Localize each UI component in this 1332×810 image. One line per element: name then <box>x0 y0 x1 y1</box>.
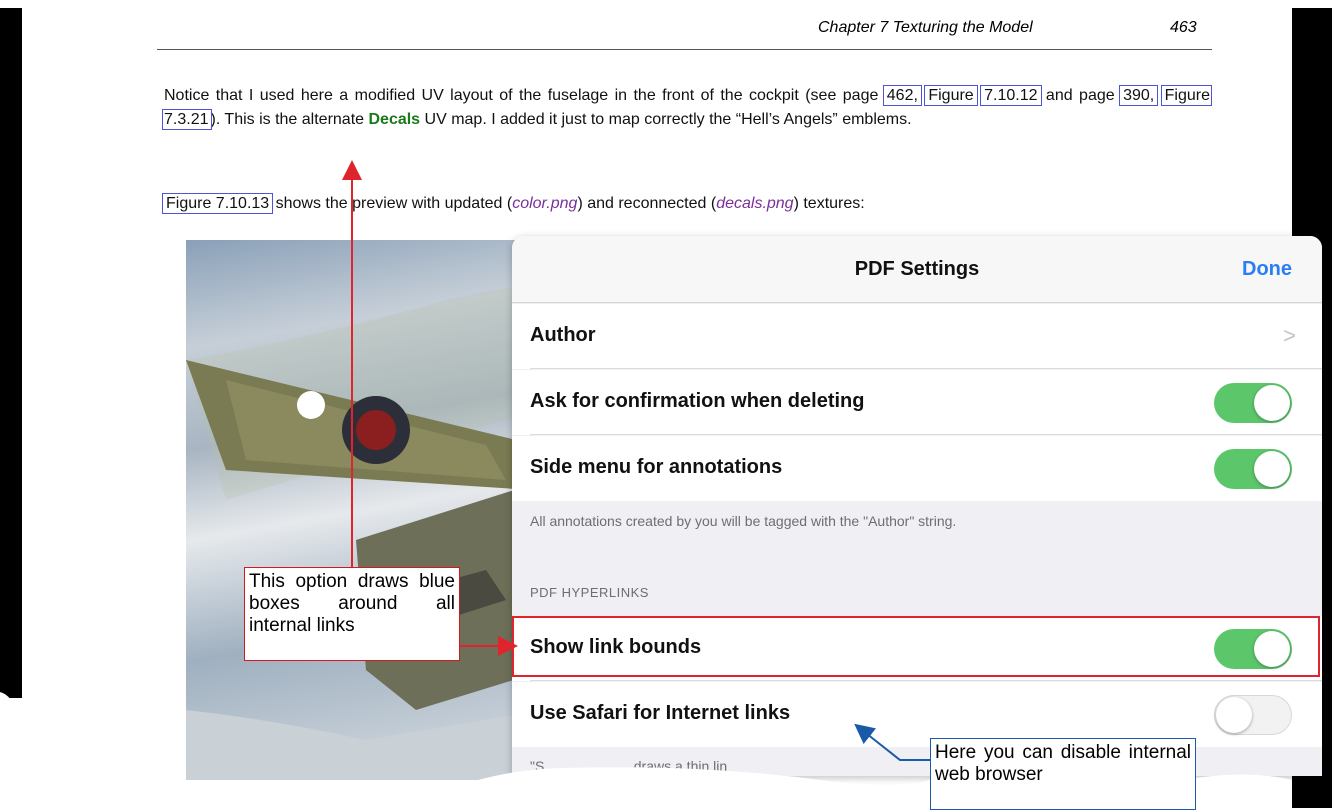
callout-safari: Here you can disable internal web browse… <box>930 738 1196 810</box>
arrow-to-safari-row <box>854 723 930 761</box>
callout-link-bounds: This option draws blue boxes around all … <box>244 567 460 661</box>
screenshot-stage: Chapter 7 Texturing the Model 463 Notice… <box>0 0 1332 810</box>
annotation-arrows <box>342 160 930 761</box>
